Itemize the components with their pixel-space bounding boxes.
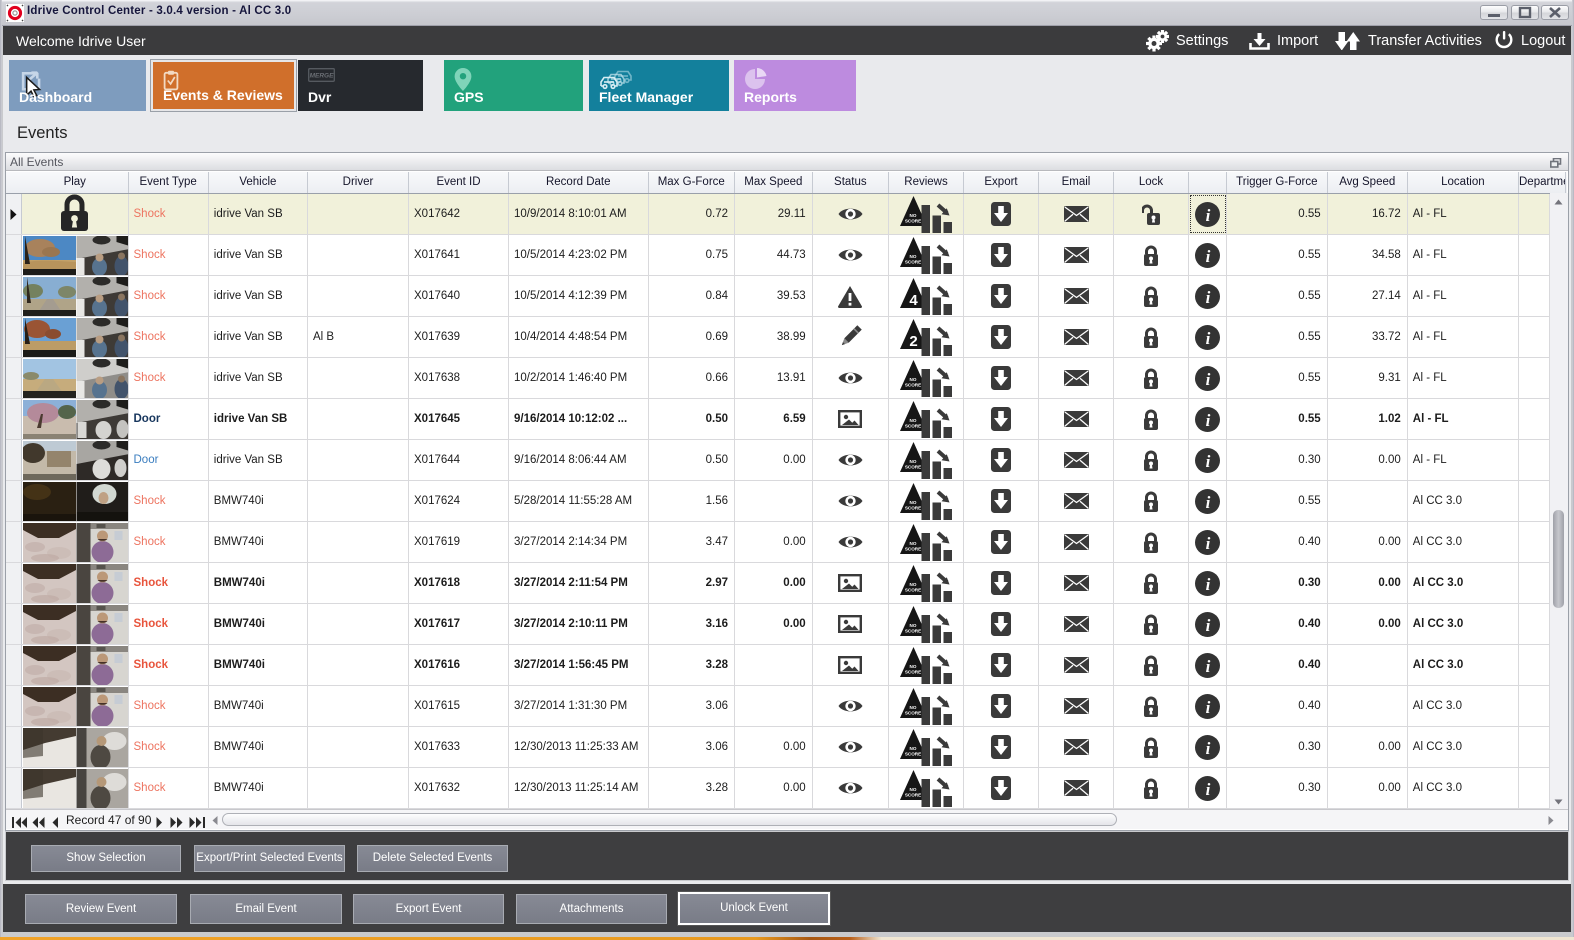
svg-text:i: i xyxy=(1206,657,1211,676)
svg-text:MERGE: MERGE xyxy=(310,73,335,80)
svg-text:NO: NO xyxy=(910,746,917,751)
svg-text:NO: NO xyxy=(910,500,917,505)
svg-text:NO: NO xyxy=(910,377,917,382)
svg-text:i: i xyxy=(1206,493,1211,512)
svg-text:SCORE: SCORE xyxy=(905,752,921,757)
svg-text:SCORE: SCORE xyxy=(905,711,921,716)
svg-text:i: i xyxy=(1206,247,1211,266)
svg-text:SCORE: SCORE xyxy=(905,670,921,675)
svg-text:4: 4 xyxy=(909,292,918,309)
svg-text:SCORE: SCORE xyxy=(905,465,921,470)
svg-text:NO: NO xyxy=(910,254,917,259)
svg-text:SCORE: SCORE xyxy=(905,506,921,511)
svg-text:NO: NO xyxy=(910,541,917,546)
svg-text:SCORE: SCORE xyxy=(905,547,921,552)
svg-text:2: 2 xyxy=(909,333,917,350)
svg-text:i: i xyxy=(1206,698,1211,717)
svg-text:SCORE: SCORE xyxy=(905,793,921,798)
svg-text:i: i xyxy=(1206,370,1211,389)
svg-text:SCORE: SCORE xyxy=(905,424,921,429)
svg-text:i: i xyxy=(1206,739,1211,758)
svg-text:SCORE: SCORE xyxy=(905,588,921,593)
svg-text:i: i xyxy=(1206,780,1211,799)
svg-text:i: i xyxy=(1206,411,1211,430)
svg-text:SCORE: SCORE xyxy=(905,629,921,634)
svg-text:NO: NO xyxy=(910,459,917,464)
svg-text:SCORE: SCORE xyxy=(905,260,921,265)
svg-text:NO: NO xyxy=(910,623,917,628)
svg-text:NO: NO xyxy=(910,418,917,423)
svg-text:NO: NO xyxy=(910,582,917,587)
svg-text:NO: NO xyxy=(910,787,917,792)
svg-text:SCORE: SCORE xyxy=(905,219,921,224)
svg-text:i: i xyxy=(1206,575,1211,594)
svg-text:i: i xyxy=(1206,329,1211,348)
svg-text:SCORE: SCORE xyxy=(905,383,921,388)
svg-text:i: i xyxy=(1206,452,1211,471)
svg-text:i: i xyxy=(1206,288,1211,307)
svg-text:NO: NO xyxy=(910,705,917,710)
svg-text:i: i xyxy=(1206,534,1211,553)
svg-text:NO: NO xyxy=(910,213,917,218)
svg-text:i: i xyxy=(1206,206,1211,225)
svg-text:NO: NO xyxy=(910,664,917,669)
svg-text:i: i xyxy=(1206,616,1211,635)
